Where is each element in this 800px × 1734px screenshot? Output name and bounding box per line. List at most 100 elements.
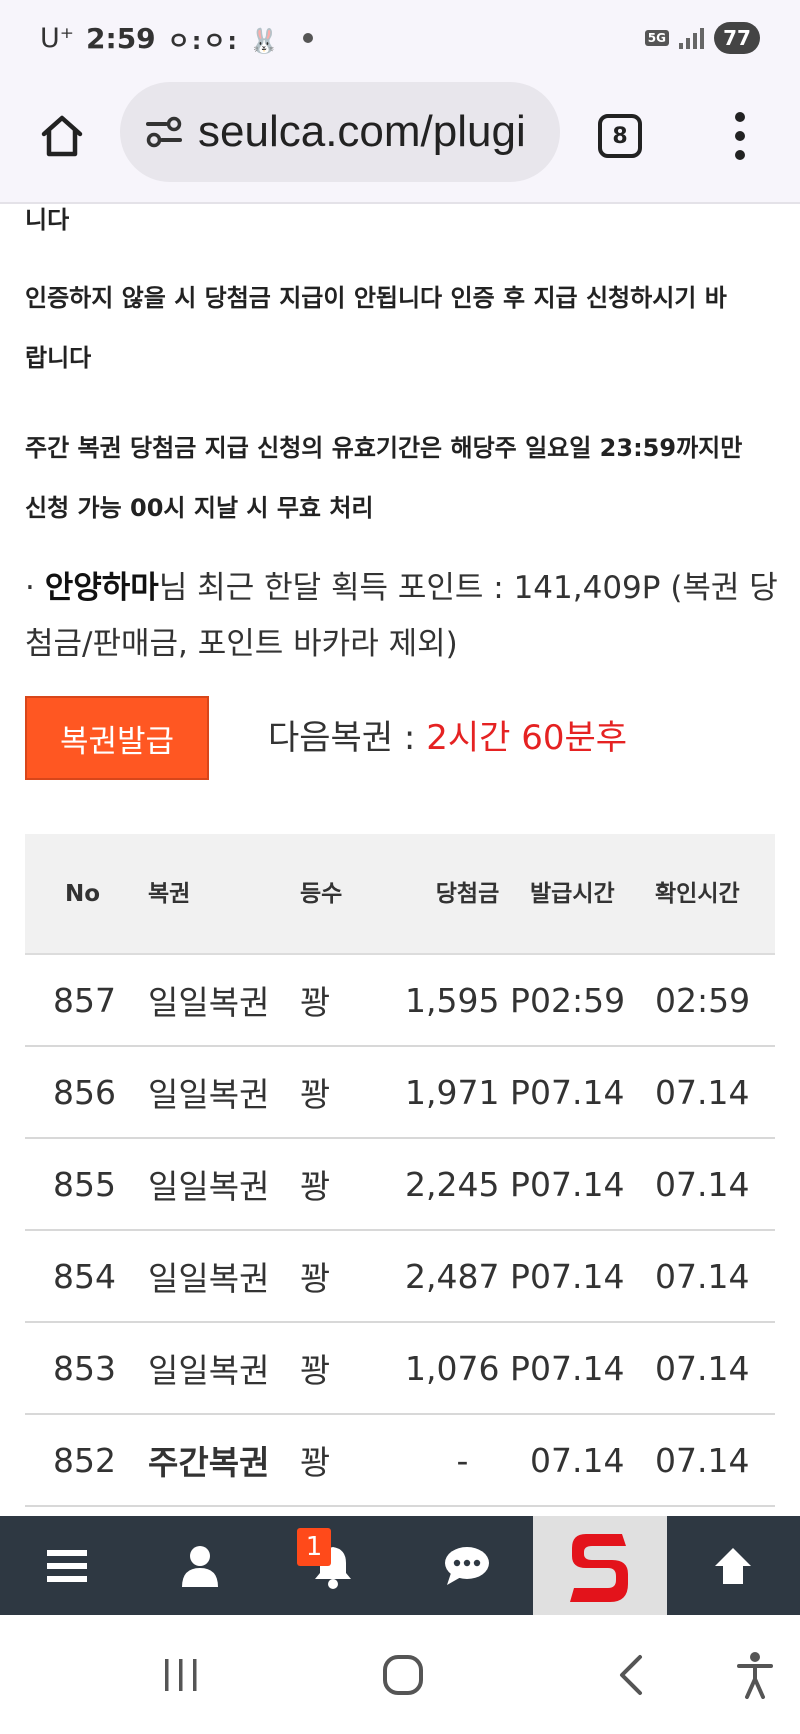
cell-rank: 꽝 (300, 954, 405, 1047)
android-navigation-bar (0, 1615, 800, 1734)
site-bottom-nav (0, 1516, 800, 1615)
cell-no: 853 (25, 1322, 148, 1415)
next-lottery-countdown: 2시간 60분후 (426, 718, 628, 758)
table-row: 856 일일복권 꽝 1,971 P 07.14 07.14 (25, 1046, 775, 1139)
cell-checked-time: 07.14 (655, 1230, 775, 1323)
next-lottery: 다음복권 : 2시간 60분후 (268, 710, 627, 759)
cell-no: 857 (25, 954, 148, 1047)
more-menu-button[interactable] (720, 106, 760, 166)
cell-prize: 1,076 P (405, 1322, 530, 1415)
notice-line-0: 니다 (25, 206, 70, 234)
cell-prize: 1,971 P (405, 1046, 530, 1139)
header-no: No (25, 834, 148, 955)
bullet: · (25, 570, 35, 606)
cell-rank: 꽝 (300, 1230, 405, 1323)
user-nickname: 안양하마 (44, 570, 159, 606)
status-left: U⁺ 2:59 ㅇ:ㅇ: 🐰 (40, 18, 314, 58)
next-lottery-label: 다음복권 : (268, 718, 427, 758)
menu-button[interactable] (0, 1516, 133, 1615)
header-type: 복권 (148, 834, 300, 955)
cell-prize: - (405, 1414, 530, 1507)
table-row: 852 주간복권 꽝 - 07.14 07.14 (25, 1414, 775, 1507)
cell-issued-time: 07.14 (530, 1414, 655, 1507)
status-right: 5G 77 (644, 20, 760, 56)
cell-no: 854 (25, 1230, 148, 1323)
cell-issued-time: 02:59 (530, 954, 655, 1047)
site-logo-icon (569, 1533, 628, 1602)
cell-checked-time: 07.14 (655, 1046, 775, 1139)
signal-icon (679, 27, 704, 49)
cell-prize: 2,245 P (405, 1138, 530, 1231)
back-button[interactable] (606, 1645, 656, 1705)
cell-rank: 꽝 (300, 1138, 405, 1231)
cell-type: 일일복권 (148, 1046, 300, 1139)
home-icon (41, 115, 83, 157)
url-text: seulca.com/plugi (198, 107, 526, 156)
home-circle-icon (383, 1655, 423, 1695)
table-header-row: No 복권 등수 당첨금 발급시간 확인시간 (25, 834, 775, 955)
user-icon (181, 1545, 218, 1587)
tab-switcher-button[interactable]: 8 (598, 114, 642, 158)
cell-issued-time: 07.14 (530, 1046, 655, 1139)
notification-icons: ㅇ:ㅇ: 🐰 (167, 26, 282, 55)
cell-type: 일일복권 (148, 1230, 300, 1323)
table-row: 857 일일복권 꽝 1,595 P 02:59 02:59 (25, 954, 775, 1047)
chat-icon (444, 1546, 489, 1585)
cell-checked-time: 07.14 (655, 1414, 775, 1507)
notifications-button[interactable] (267, 1516, 400, 1615)
lottery-history-table: No 복권 등수 당첨금 발급시간 확인시간 857 일일복권 꽝 1,595 … (25, 834, 775, 1507)
notice-line-2b: 신청 가능 00시 지날 시 무효 처리 (25, 494, 374, 522)
monthly-points-info: · 안양하마님 최근 한달 획득 포인트 : 141,409P (복권 당첨금/… (25, 560, 785, 672)
dot-icon (303, 33, 314, 43)
table-row: 855 일일복권 꽝 2,245 P 07.14 07.14 (25, 1138, 775, 1231)
cell-checked-time: 07.14 (655, 1322, 775, 1415)
status-bar: U⁺ 2:59 ㅇ:ㅇ: 🐰 5G 77 (0, 0, 800, 76)
arrow-up-icon (715, 1547, 752, 1584)
notice-line-1a: 인증하지 않을 시 당첨금 지급이 안됩니다 인증 후 지급 신청하시기 바 (25, 284, 727, 312)
cell-rank: 꽝 (300, 1046, 405, 1139)
cell-issued-time: 07.14 (530, 1322, 655, 1415)
clock: 2:59 (86, 21, 156, 55)
accessibility-icon (737, 1652, 773, 1699)
cell-no: 856 (25, 1046, 148, 1139)
cell-prize: 1,595 P (405, 954, 530, 1047)
cell-no: 852 (25, 1414, 148, 1507)
profile-button[interactable] (133, 1516, 266, 1615)
scroll-top-button[interactable] (667, 1516, 800, 1615)
address-bar[interactable]: seulca.com/plugi (120, 82, 560, 182)
issue-lottery-button[interactable]: 복권발급 (25, 696, 209, 780)
cell-rank: 꽝 (300, 1414, 405, 1507)
cell-rank: 꽝 (300, 1322, 405, 1415)
browser-toolbar: seulca.com/plugi 8 (0, 76, 800, 204)
cell-checked-time: 07.14 (655, 1138, 775, 1231)
site-logo-button[interactable] (533, 1516, 667, 1615)
notice-line-1b: 랍니다 (25, 344, 92, 372)
cell-no: 855 (25, 1138, 148, 1231)
cell-prize: 2,487 P (405, 1230, 530, 1323)
battery-icon: 77 (714, 22, 760, 54)
page-content: 니다 인증하지 않을 시 당첨금 지급이 안됩니다 인증 후 지급 신청하시기 … (0, 206, 800, 1516)
header-checked-time: 확인시간 (655, 834, 775, 955)
cell-issued-time: 07.14 (530, 1230, 655, 1323)
header-prize: 당첨금 (405, 834, 530, 955)
carrier-label: U⁺ (40, 22, 75, 54)
recent-apps-button[interactable] (156, 1645, 206, 1705)
home-button[interactable] (30, 104, 94, 168)
recent-apps-icon (165, 1659, 197, 1691)
table-row: 853 일일복권 꽝 1,076 P 07.14 07.14 (25, 1322, 775, 1415)
cell-type: 주간복권 (148, 1414, 300, 1507)
table-row: 854 일일복권 꽝 2,487 P 07.14 07.14 (25, 1230, 775, 1323)
site-settings-icon[interactable] (142, 110, 186, 154)
header-issued-time: 발급시간 (530, 834, 655, 955)
home-nav-button[interactable] (378, 1645, 428, 1705)
menu-icon (46, 1549, 87, 1582)
chat-button[interactable] (400, 1516, 533, 1615)
cell-type: 일일복권 (148, 1138, 300, 1231)
header-rank: 등수 (300, 834, 405, 955)
cell-checked-time: 02:59 (655, 954, 775, 1047)
cell-type: 일일복권 (148, 954, 300, 1047)
accessibility-button[interactable] (730, 1645, 780, 1705)
cell-issued-time: 07.14 (530, 1138, 655, 1231)
notification-count-badge: 1 (297, 1528, 331, 1566)
notice-line-2a: 주간 복권 당첨금 지급 신청의 유효기간은 해당주 일요일 23:59까지만 (25, 434, 743, 462)
